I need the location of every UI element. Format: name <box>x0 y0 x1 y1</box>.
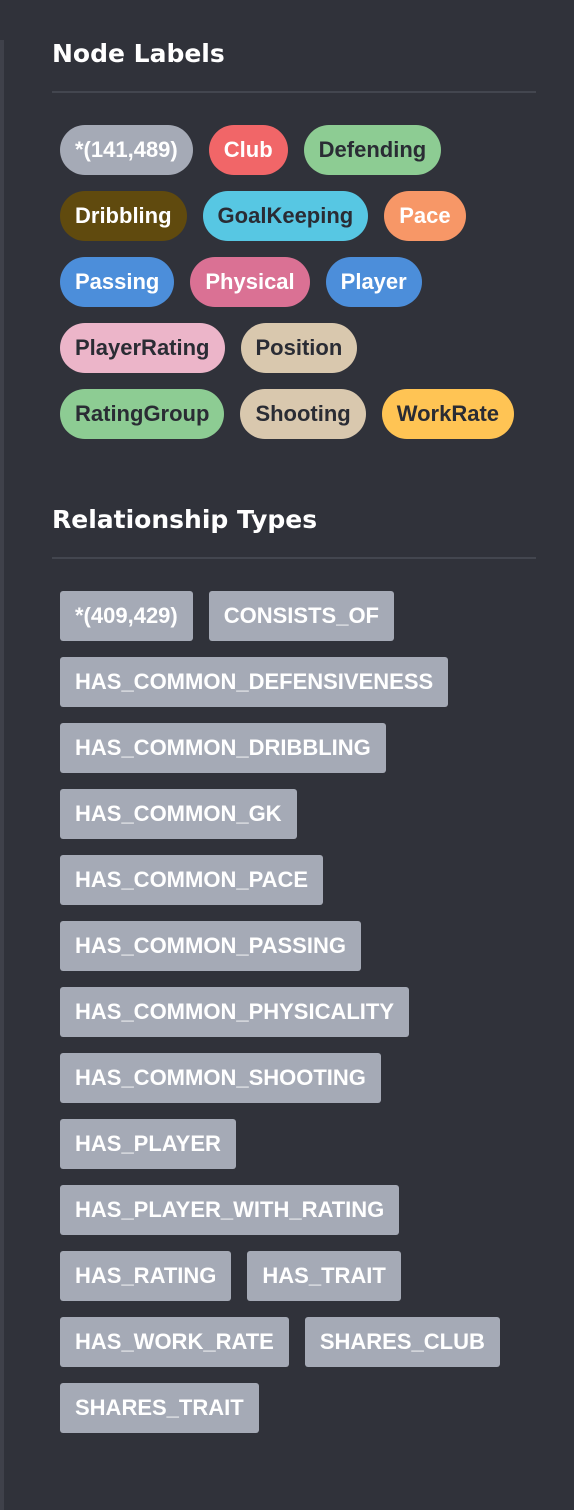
node-label-chip[interactable]: RatingGroup <box>60 389 225 439</box>
relationship-type-chip[interactable]: *(409,429) <box>60 591 193 641</box>
sidebar-edge <box>0 40 4 1510</box>
node-label-chip[interactable]: WorkRate <box>381 389 515 439</box>
node-label-chip[interactable]: Shooting <box>240 389 366 439</box>
node-label-chip[interactable]: Club <box>208 125 288 175</box>
node-label-chip[interactable]: PlayerRating <box>60 323 225 373</box>
relationship-type-chip[interactable]: HAS_COMMON_DRIBBLING <box>60 723 386 773</box>
relationship-type-chip[interactable]: SHARES_TRAIT <box>60 1383 259 1433</box>
relationship-type-chip[interactable]: CONSISTS_OF <box>208 591 394 641</box>
node-label-chip[interactable]: Player <box>325 257 422 307</box>
node-label-chip[interactable]: Position <box>240 323 358 373</box>
node-labels-divider <box>52 91 536 93</box>
node-labels-section: Node Labels *(141,489) Club Defending Dr… <box>52 0 536 455</box>
node-label-chip[interactable]: Pace <box>384 191 466 241</box>
relationship-type-chip[interactable]: HAS_COMMON_DEFENSIVENESS <box>60 657 449 707</box>
relationship-type-chip[interactable]: HAS_PLAYER_WITH_RATING <box>60 1185 400 1235</box>
relationship-type-chip[interactable]: HAS_COMMON_PHYSICALITY <box>60 987 410 1037</box>
node-label-chip[interactable]: Passing <box>60 257 175 307</box>
relationship-type-chip[interactable]: HAS_TRAIT <box>247 1251 401 1301</box>
relationship-type-chip[interactable]: HAS_COMMON_GK <box>60 789 297 839</box>
relationship-type-chip[interactable]: HAS_RATING <box>60 1251 232 1301</box>
node-label-chip[interactable]: *(141,489) <box>60 125 193 175</box>
relationship-types-list: *(409,429) CONSISTS_OF HAS_COMMON_DEFENS… <box>52 591 536 1449</box>
relationship-types-section: Relationship Types *(409,429) CONSISTS_O… <box>52 455 536 1449</box>
relationship-type-chip[interactable]: HAS_WORK_RATE <box>60 1317 289 1367</box>
database-info-panel: Node Labels *(141,489) Club Defending Dr… <box>52 0 536 1449</box>
relationship-type-chip[interactable]: HAS_COMMON_PASSING <box>60 921 361 971</box>
node-label-chip[interactable]: Dribbling <box>60 191 187 241</box>
relationship-types-title: Relationship Types <box>52 505 318 534</box>
relationship-type-chip[interactable]: HAS_COMMON_PACE <box>60 855 324 905</box>
relationship-type-chip[interactable]: HAS_PLAYER <box>60 1119 236 1169</box>
node-label-chip[interactable]: Physical <box>190 257 310 307</box>
node-labels-title: Node Labels <box>52 39 225 68</box>
node-labels-list: *(141,489) Club Defending Dribbling Goal… <box>52 125 536 455</box>
relationship-type-chip[interactable]: HAS_COMMON_SHOOTING <box>60 1053 381 1103</box>
relationship-types-divider <box>52 557 536 559</box>
relationship-type-chip[interactable]: SHARES_CLUB <box>304 1317 500 1367</box>
node-label-chip[interactable]: Defending <box>303 125 442 175</box>
node-label-chip[interactable]: GoalKeeping <box>202 191 369 241</box>
